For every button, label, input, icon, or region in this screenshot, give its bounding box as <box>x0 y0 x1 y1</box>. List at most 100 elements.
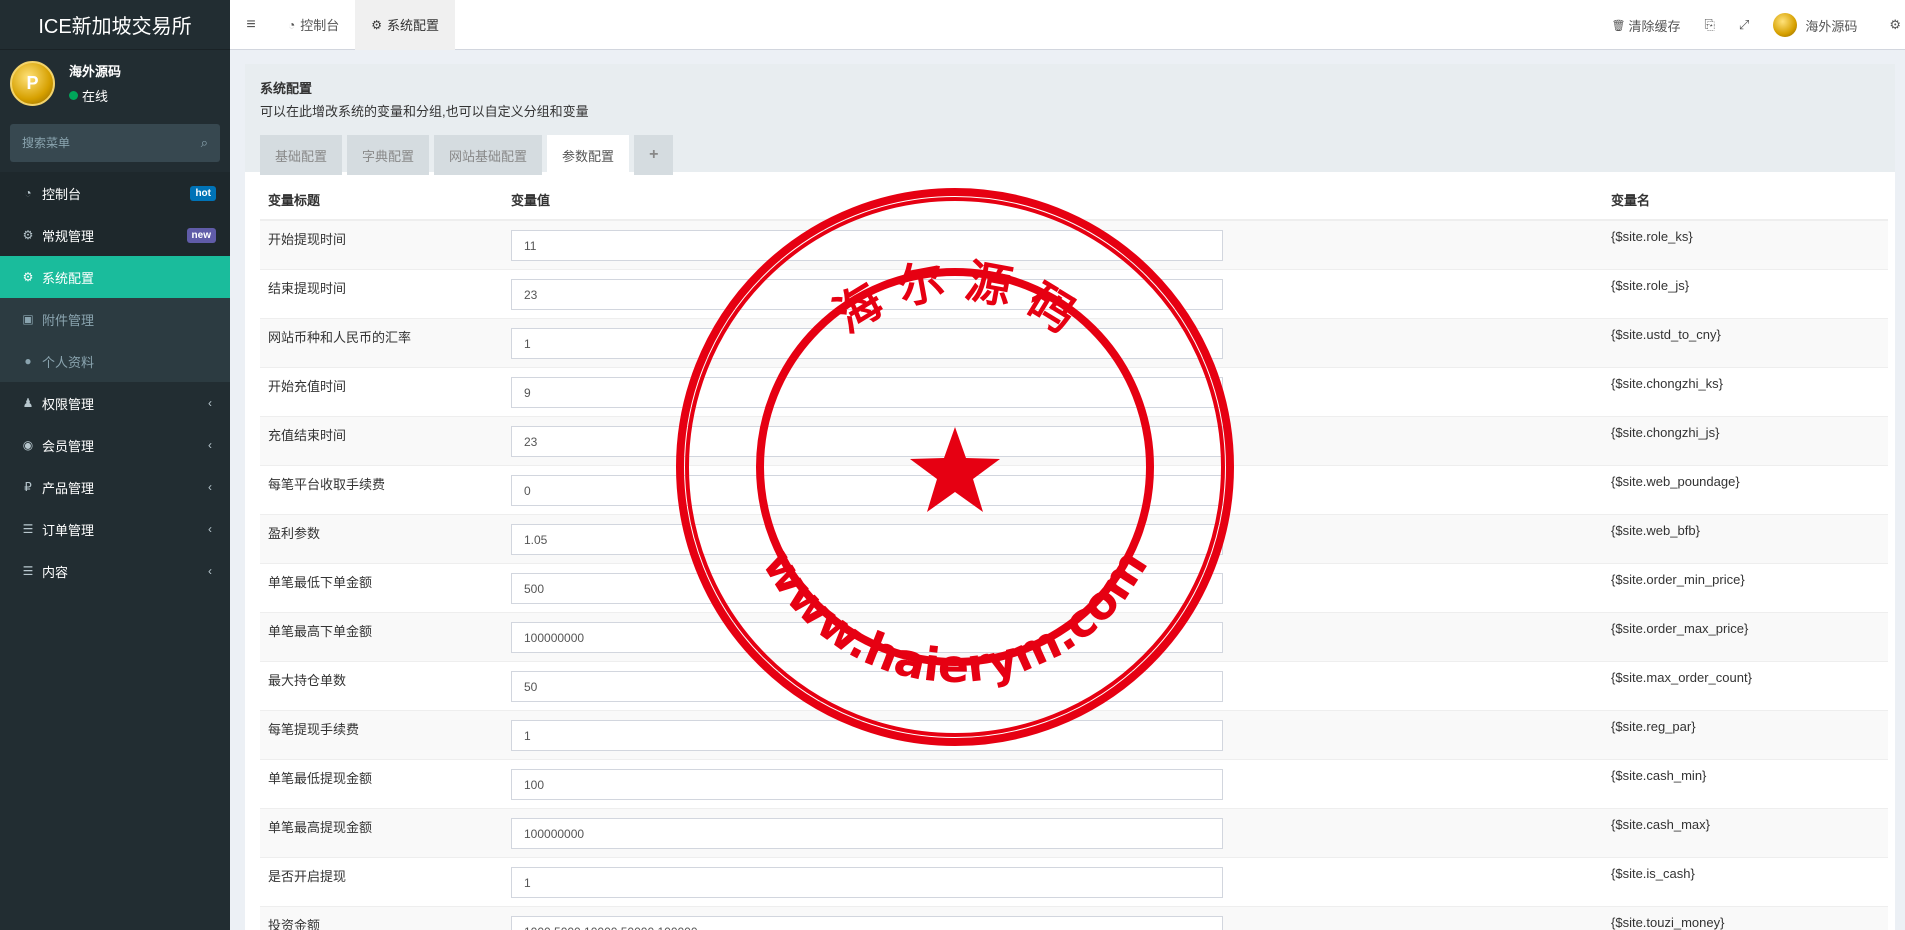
variable-value-cell <box>503 269 1603 319</box>
variable-name: {$site.order_min_price} <box>1603 563 1888 613</box>
variable-value-input[interactable] <box>511 573 1223 604</box>
variable-value-input[interactable] <box>511 622 1223 653</box>
avatar: P <box>10 60 55 106</box>
gear-icon: ⚙ <box>22 270 34 284</box>
panel-heading: 系统配置 可以在此增改系统的变量和分组,也可以自定义分组和变量 基础配置 字典配… <box>245 64 1895 175</box>
variable-title: 最大持仓单数 <box>260 661 503 711</box>
user-circle-icon: ◉ <box>22 438 34 452</box>
variable-value-cell <box>503 612 1603 662</box>
list-icon: ☰ <box>22 522 34 536</box>
variable-value-cell <box>503 710 1603 760</box>
sidebar-item-members[interactable]: ◉ 会员管理 ‹ <box>0 424 230 466</box>
menu-toggle-icon[interactable]: ≡ <box>230 16 272 34</box>
sidebar-item-permissions[interactable]: ♟ 权限管理 ‹ <box>0 382 230 424</box>
tab-dictionary-config[interactable]: 字典配置 <box>347 135 430 175</box>
variable-value-cell <box>503 808 1603 858</box>
sidebar-item-orders[interactable]: ☰ 订单管理 ‹ <box>0 508 230 550</box>
variable-value-input[interactable] <box>511 230 1223 261</box>
variable-title: 单笔最低提现金额 <box>260 759 503 809</box>
avatar <box>1773 13 1798 37</box>
settings-button[interactable]: ⚙ <box>1871 17 1905 33</box>
dashboard-icon: ◔ <box>24 186 32 200</box>
panel-description: 可以在此增改系统的变量和分组,也可以自定义分组和变量 <box>260 104 589 119</box>
sidebar-item-label: 控制台 <box>42 186 82 202</box>
variable-value-input[interactable] <box>511 769 1223 800</box>
clear-cache-button[interactable]: 🗑 清除缓存 <box>1600 16 1693 35</box>
variable-value-cell <box>503 661 1603 711</box>
table-row: 投资金额 {$site.touzi_money} <box>260 906 1888 930</box>
translate-icon: ⎘ <box>1704 17 1715 32</box>
app-logo[interactable]: ICE新加坡交易所 <box>0 0 230 50</box>
table-row: 盈利参数 {$site.web_bfb} <box>260 514 1888 564</box>
chevron-left-icon: ‹ <box>208 438 212 452</box>
variable-value-input[interactable] <box>511 475 1223 506</box>
clear-cache-label: 清除缓存 <box>1628 18 1681 34</box>
variable-title: 网站币种和人民币的汇率 <box>260 318 503 368</box>
variable-value-cell <box>503 219 1603 270</box>
variable-name: {$site.is_cash} <box>1603 857 1888 907</box>
sidebar-item-system-config[interactable]: ⚙ 系统配置 <box>0 256 230 298</box>
sidebar-item-profile[interactable]: ● 个人资料 <box>0 340 230 382</box>
dashboard-icon: ◔ <box>288 17 296 32</box>
sidebar-item-content[interactable]: ☰ 内容 ‹ <box>0 550 230 592</box>
variable-name: {$site.touzi_money} <box>1603 906 1888 930</box>
sidebar-item-label: 常规管理 <box>42 228 95 244</box>
sidebar-item-label: 订单管理 <box>42 522 95 538</box>
variable-value-input[interactable] <box>511 720 1223 751</box>
ruble-icon: ₽ <box>24 480 32 494</box>
variable-value-input[interactable] <box>511 524 1223 555</box>
tab-system-config[interactable]: ⚙ 系统配置 <box>355 0 456 50</box>
tab-parameter-config[interactable]: 参数配置 <box>547 135 630 175</box>
variable-title: 投资金额 <box>260 906 503 930</box>
search-input[interactable] <box>22 136 182 150</box>
cogs-icon: ⚙ <box>1889 17 1901 32</box>
variable-title: 每笔提现手续费 <box>260 710 503 760</box>
variable-value-cell <box>503 906 1603 930</box>
variable-value-input[interactable] <box>511 867 1223 898</box>
variable-name: {$site.reg_par} <box>1603 710 1888 760</box>
table-row: 充值结束时间 {$site.chongzhi_js} <box>260 416 1888 466</box>
variable-name: {$site.chongzhi_ks} <box>1603 367 1888 417</box>
variable-value-input[interactable] <box>511 671 1223 702</box>
variable-title: 开始提现时间 <box>260 219 503 270</box>
tab-label: 系统配置 <box>387 18 440 33</box>
user-name: 海外源码 <box>69 64 122 79</box>
add-group-button[interactable]: + <box>634 135 674 175</box>
variable-value-input[interactable] <box>511 818 1223 849</box>
sidebar-item-products[interactable]: ₽ 产品管理 ‹ <box>0 466 230 508</box>
variable-value-input[interactable] <box>511 279 1223 310</box>
chevron-left-icon: ‹ <box>208 396 212 410</box>
tab-basic-config[interactable]: 基础配置 <box>260 135 343 175</box>
sidebar-item-attachments[interactable]: ▣ 附件管理 <box>0 298 230 340</box>
config-tabs: 基础配置 字典配置 网站基础配置 参数配置 + <box>260 135 1880 175</box>
variable-name: {$site.cash_max} <box>1603 808 1888 858</box>
sidebar-item-label: 附件管理 <box>42 312 95 328</box>
table-row: 是否开启提现 {$site.is_cash} <box>260 857 1888 907</box>
variable-title: 结束提现时间 <box>260 269 503 319</box>
variable-name: {$site.web_bfb} <box>1603 514 1888 564</box>
variable-title: 充值结束时间 <box>260 416 503 466</box>
variable-value-input[interactable] <box>511 328 1223 359</box>
search-icon[interactable]: ⌕ <box>201 135 208 151</box>
sidebar-item-general[interactable]: ⚙ 常规管理 new <box>0 214 230 256</box>
variable-value-input[interactable] <box>511 426 1223 457</box>
column-header-name: 变量名 <box>1603 172 1888 221</box>
variable-value-cell <box>503 318 1603 368</box>
header-user-name: 海外源码 <box>1805 18 1858 34</box>
cogs-icon: ⚙ <box>22 228 34 242</box>
variable-value-input[interactable] <box>511 377 1223 408</box>
sidebar-item-label: 内容 <box>42 564 69 580</box>
tab-dashboard[interactable]: ◔ 控制台 <box>272 0 355 50</box>
user-menu[interactable]: 海外源码 <box>1761 13 1871 37</box>
table-row: 单笔最低提现金额 {$site.cash_min} <box>260 759 1888 809</box>
fullscreen-button[interactable]: ⤢ <box>1727 17 1761 33</box>
user-panel: P 海外源码 在线 <box>0 50 230 116</box>
chevron-left-icon: ‹ <box>208 522 212 536</box>
user-status-text: 在线 <box>82 89 109 104</box>
table-row: 单笔最高提现金额 {$site.cash_max} <box>260 808 1888 858</box>
variable-value-input[interactable] <box>511 916 1223 930</box>
language-button[interactable]: ⎘ <box>1693 17 1727 33</box>
tab-website-config[interactable]: 网站基础配置 <box>434 135 543 175</box>
variable-name: {$site.order_max_price} <box>1603 612 1888 662</box>
sidebar-item-dashboard[interactable]: ◔ 控制台 hot <box>0 172 230 214</box>
